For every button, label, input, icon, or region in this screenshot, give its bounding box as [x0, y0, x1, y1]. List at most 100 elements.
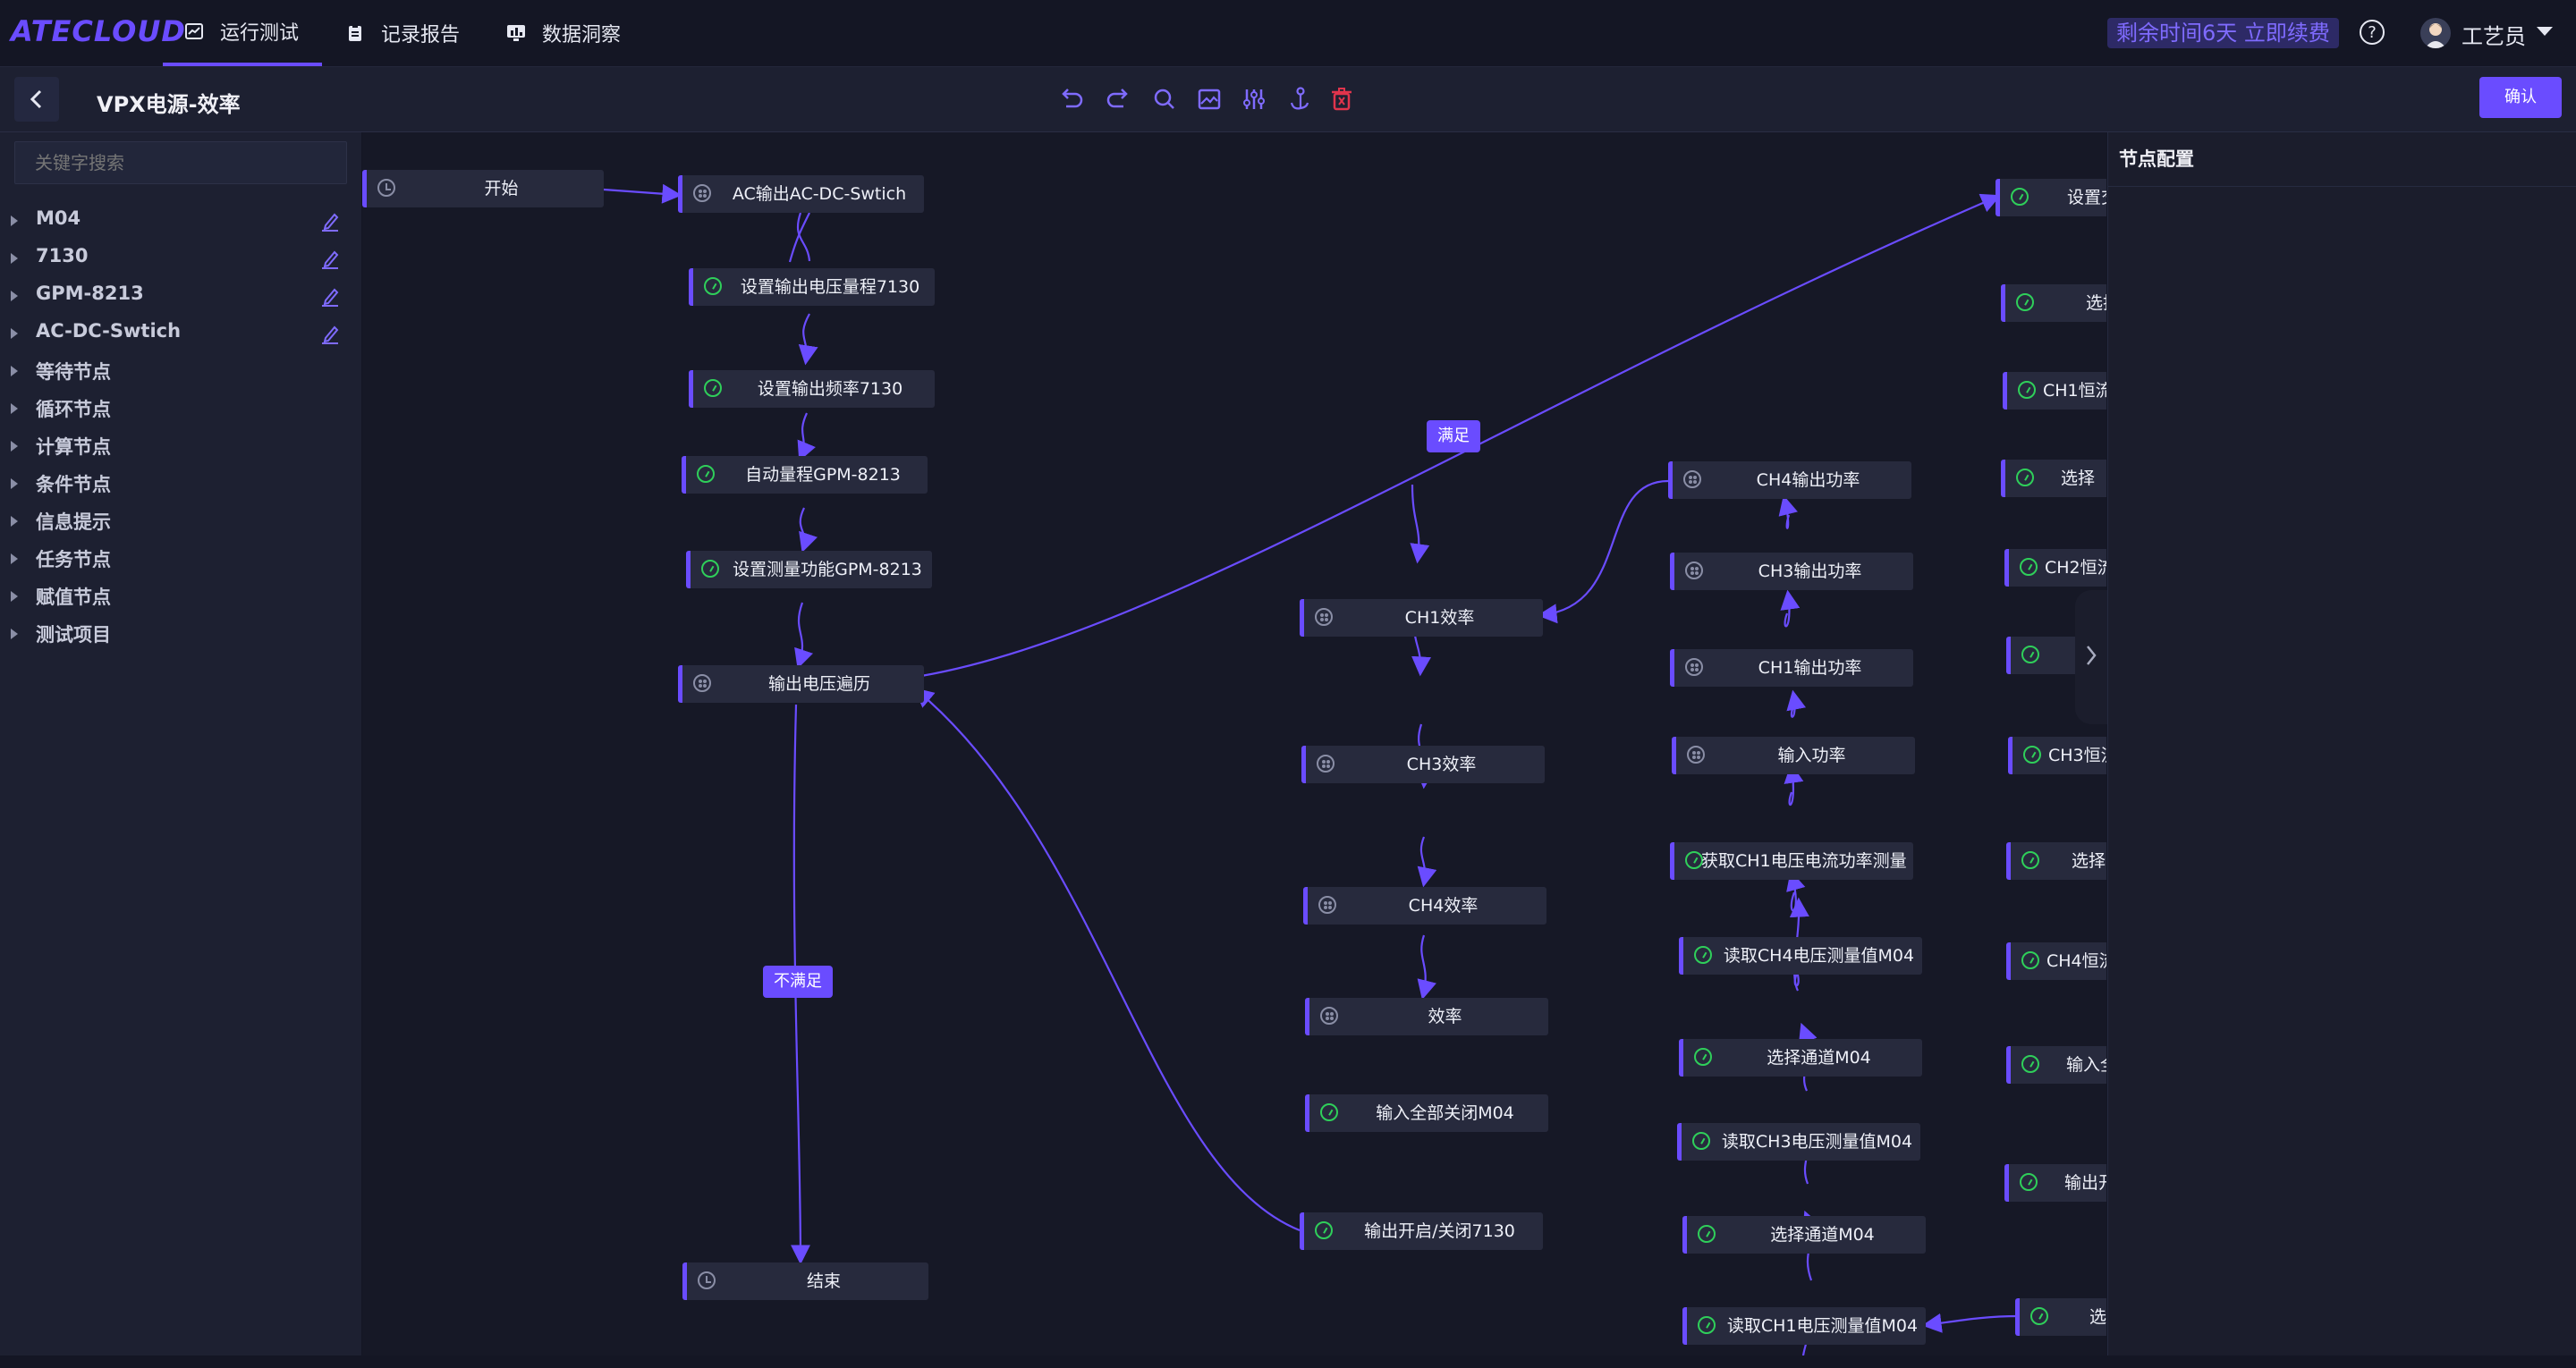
calc-icon	[1315, 608, 1333, 626]
sidebar-item-label: GPM-8213	[36, 283, 144, 304]
flow-node-ch1-cc[interactable]: CH1恒流	[2003, 372, 2106, 410]
sidebar-item-loop-node[interactable]: 循环节点	[0, 395, 361, 422]
search-icon[interactable]	[1148, 83, 1181, 115]
calc-icon	[1317, 755, 1335, 773]
flow-canvas[interactable]: 开始 AC输出AC-DC-Swtich 设置输出电压量程7130 设置输出频率7…	[362, 132, 2106, 1355]
flow-node-select-2[interactable]: 选择	[2001, 460, 2106, 497]
confirm-button[interactable]: 确认	[2479, 77, 2562, 118]
caret-right-icon[interactable]	[11, 366, 18, 376]
flow-node-auto-range[interactable]: 自动量程GPM-8213	[682, 456, 928, 494]
flow-node-select-1[interactable]: 选择	[2001, 284, 2106, 322]
caret-right-icon[interactable]	[11, 629, 18, 639]
nav-run-test[interactable]: 运行测试	[163, 0, 322, 66]
flow-node-set-frequency[interactable]: 设置输出频率7130	[689, 370, 935, 408]
sliders-icon[interactable]	[1238, 83, 1270, 115]
flow-node-ch3-efficiency[interactable]: CH3效率	[1301, 746, 1545, 783]
flow-node-all-inputs-off[interactable]: 输入全部关闭M04	[1305, 1094, 1548, 1132]
status-ok-icon	[1694, 1048, 1712, 1066]
clock-icon	[698, 1271, 716, 1289]
edit-icon[interactable]	[318, 247, 342, 270]
sidebar-item-ac-dc-swtich[interactable]: AC-DC-Swtich	[0, 320, 361, 347]
flow-node-read-ch4-voltage[interactable]: 读取CH4电压测量值M04	[1679, 937, 1922, 975]
caret-right-icon[interactable]	[11, 441, 18, 452]
nav-record-report[interactable]: 记录报告	[345, 0, 460, 66]
sidebar-item-7130[interactable]: 7130	[0, 245, 361, 272]
back-button[interactable]	[14, 77, 59, 122]
undo-icon[interactable]	[1055, 83, 1088, 115]
flow-node-efficiency[interactable]: 效率	[1305, 998, 1548, 1035]
edit-icon[interactable]	[318, 209, 342, 232]
caret-right-icon[interactable]	[11, 403, 18, 414]
flow-node-input-power[interactable]: 输入功率	[1672, 737, 1915, 774]
flow-node-output-on[interactable]: 输出开	[2004, 1164, 2106, 1202]
anchor-icon[interactable]	[1283, 83, 1315, 115]
condition-no-label[interactable]: 不满足	[763, 966, 833, 998]
sidebar-item-condition-node[interactable]: 条件节点	[0, 470, 361, 497]
status-ok-icon	[1685, 851, 1703, 869]
flow-node-set-ac[interactable]: 设置交流	[1996, 179, 2106, 216]
sidebar-item-task-node[interactable]: 任务节点	[0, 545, 361, 572]
flow-node-select-3[interactable]: 选择	[2006, 842, 2106, 880]
sidebar-item-m04[interactable]: M04	[0, 207, 361, 234]
caret-right-icon[interactable]	[11, 215, 18, 226]
flow-node-select-4[interactable]: 选	[2015, 1298, 2106, 1336]
search-input[interactable]	[14, 141, 347, 184]
caret-right-icon[interactable]	[11, 328, 18, 339]
sidebar-item-info-prompt[interactable]: 信息提示	[0, 508, 361, 535]
flow-node-select-channel-a[interactable]: 选择通道M04	[1679, 1039, 1922, 1077]
image-icon[interactable]	[1193, 83, 1225, 115]
sidebar-item-test-project[interactable]: 测试项目	[0, 621, 361, 647]
panel-toggle[interactable]	[2075, 590, 2107, 724]
avatar[interactable]	[2420, 18, 2451, 48]
flow-node-set-voltage-range[interactable]: 设置输出电压量程7130	[689, 268, 935, 306]
flow-node-select-channel-b[interactable]: 选择通道M04	[1682, 1216, 1926, 1254]
condition-yes-label[interactable]: 满足	[1427, 420, 1480, 452]
flow-node-ch4-efficiency[interactable]: CH4效率	[1303, 887, 1546, 925]
trial-renew-link[interactable]: 剩余时间6天 立即续费	[2107, 18, 2339, 48]
calc-icon	[1683, 470, 1701, 488]
caret-right-icon[interactable]	[11, 553, 18, 564]
caret-right-icon[interactable]	[11, 516, 18, 527]
caret-right-icon[interactable]	[11, 291, 18, 301]
flow-node-ch3-output-power[interactable]: CH3输出功率	[1670, 553, 1913, 590]
help-icon[interactable]: ?	[2360, 20, 2385, 45]
flow-node-ch1-efficiency[interactable]: CH1效率	[1300, 599, 1543, 637]
flow-node-voltage-traverse[interactable]: 输出电压遍历	[678, 665, 924, 703]
flow-node-ch4-cc[interactable]: CH4恒流	[2006, 942, 2106, 980]
sidebar-item-assign-node[interactable]: 赋值节点	[0, 583, 361, 610]
flow-node-ch2-cc[interactable]: CH2恒流	[2004, 549, 2106, 587]
edit-icon[interactable]	[318, 322, 342, 345]
chevron-down-icon[interactable]	[2537, 27, 2553, 36]
caret-right-icon[interactable]	[11, 253, 18, 264]
flow-node-ch4-output-power[interactable]: CH4输出功率	[1668, 461, 1911, 499]
flow-node-ch3-cc[interactable]: CH3恒流	[2008, 737, 2106, 774]
status-ok-icon	[2018, 381, 2036, 399]
sidebar-item-label: 计算节点	[36, 436, 111, 458]
sidebar-item-wait-node[interactable]: 等待节点	[0, 358, 361, 384]
sidebar-item-gpm-8213[interactable]: GPM-8213	[0, 283, 361, 309]
flow-node-output-onoff[interactable]: 输出开启/关闭7130	[1300, 1212, 1543, 1250]
top-bar: ATECLOUD 运行测试 记录报告 数据洞察 剩余时间6天 立即续费 ? 工艺…	[0, 0, 2576, 67]
flow-node-ch1-output-power[interactable]: CH1输出功率	[1670, 649, 1913, 687]
username[interactable]: 工艺员	[2462, 19, 2526, 50]
flow-node-start[interactable]: 开始	[362, 170, 604, 207]
delete-icon[interactable]	[1326, 83, 1358, 115]
flow-node-ac-output[interactable]: AC输出AC-DC-Swtich	[678, 175, 924, 213]
flow-node-read-ch1-voltage[interactable]: 读取CH1电压测量值M04	[1682, 1307, 1926, 1345]
flow-node-input-all[interactable]: 输入全	[2006, 1046, 2106, 1084]
node-config-panel: 节点配置	[2107, 132, 2576, 1355]
edit-icon[interactable]	[318, 284, 342, 308]
caret-right-icon[interactable]	[11, 478, 18, 489]
sidebar-item-calc-node[interactable]: 计算节点	[0, 433, 361, 460]
status-ok-icon	[2016, 469, 2034, 486]
redo-icon[interactable]	[1102, 83, 1134, 115]
monitor-chart-icon	[507, 25, 525, 41]
flow-node-set-measure[interactable]: 设置测量功能GPM-8213	[686, 551, 932, 588]
nav-data-insight[interactable]: 数据洞察	[506, 0, 621, 66]
flow-node-get-ch1-measure[interactable]: 获取CH1电压电流功率测量值	[1670, 842, 1913, 880]
panel-title: 节点配置	[2119, 148, 2194, 170]
calc-icon	[1687, 746, 1705, 764]
flow-node-read-ch3-voltage[interactable]: 读取CH3电压测量值M04	[1677, 1123, 1920, 1161]
flow-node-end[interactable]: 结束	[682, 1262, 928, 1300]
caret-right-icon[interactable]	[11, 591, 18, 602]
